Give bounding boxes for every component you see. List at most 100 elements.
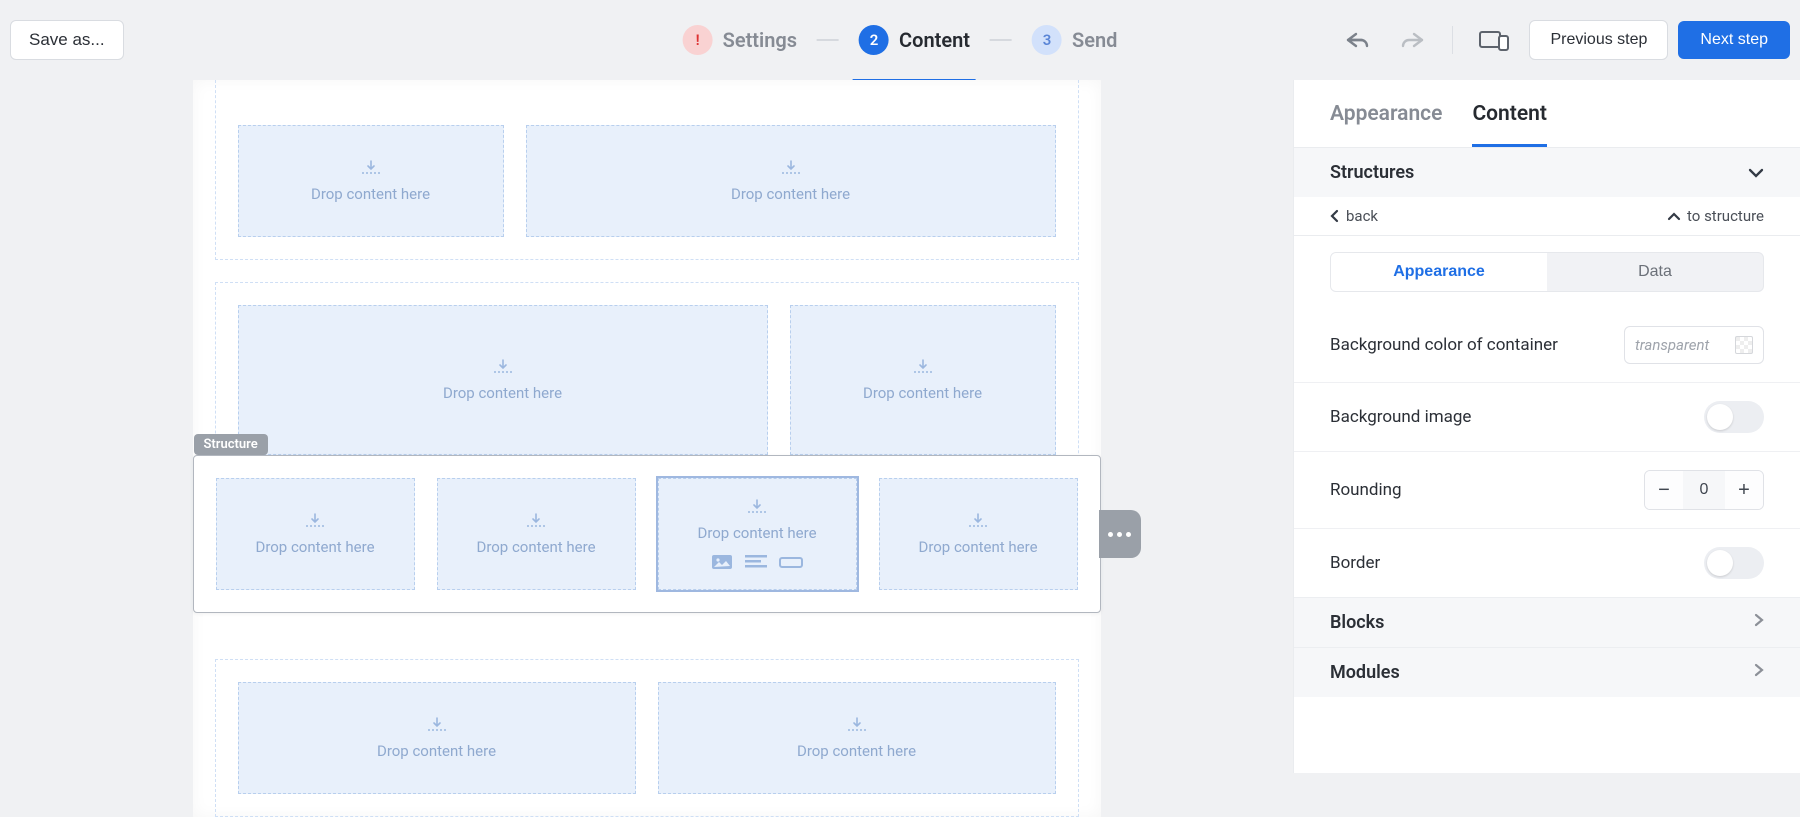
layout-row[interactable]: Drop content here Drop content here bbox=[215, 80, 1079, 260]
rounding-decrement[interactable]: − bbox=[1645, 471, 1683, 509]
drop-icon bbox=[426, 716, 448, 734]
breadcrumb-to-structure[interactable]: to structure bbox=[1667, 207, 1764, 225]
drop-icon bbox=[967, 512, 989, 530]
drop-label: Drop content here bbox=[443, 384, 562, 402]
section-blocks[interactable]: Blocks bbox=[1294, 597, 1800, 647]
previous-step-button[interactable]: Previous step bbox=[1529, 20, 1668, 60]
prop-label: Border bbox=[1330, 553, 1380, 573]
prop-label: Background image bbox=[1330, 407, 1471, 427]
drop-icon bbox=[492, 358, 514, 376]
segmented-appearance[interactable]: Appearance bbox=[1331, 253, 1547, 291]
rounding-increment[interactable]: + bbox=[1725, 471, 1763, 509]
drop-zone[interactable]: Drop content here bbox=[238, 682, 636, 794]
step-content[interactable]: 2 Content bbox=[853, 2, 976, 82]
segmented-data[interactable]: Data bbox=[1547, 253, 1763, 291]
prop-label: Rounding bbox=[1330, 480, 1402, 500]
structure-tag: Structure bbox=[194, 434, 268, 455]
step-settings[interactable]: ! Settings bbox=[677, 0, 803, 80]
chevron-right-icon bbox=[1754, 662, 1764, 683]
prop-background-image: Background image bbox=[1294, 382, 1800, 451]
drop-zone[interactable]: Drop content here bbox=[437, 478, 636, 590]
warning-icon: ! bbox=[683, 25, 713, 55]
step-number: 3 bbox=[1032, 25, 1062, 55]
drop-zone[interactable]: Drop content here bbox=[658, 682, 1056, 794]
editor-canvas-area: Drop content here Drop content here Drop… bbox=[0, 80, 1293, 773]
breadcrumb: back to structure bbox=[1294, 197, 1800, 236]
editor-canvas[interactable]: Drop content here Drop content here Drop… bbox=[193, 80, 1101, 817]
tab-content[interactable]: Content bbox=[1472, 80, 1546, 147]
drop-icon bbox=[304, 512, 326, 530]
divider bbox=[1452, 26, 1453, 54]
section-structures[interactable]: Structures bbox=[1294, 148, 1800, 197]
chevron-up-icon bbox=[1667, 211, 1681, 221]
prop-rounding: Rounding − + bbox=[1294, 451, 1800, 528]
drop-icon bbox=[846, 716, 868, 734]
top-toolbar: Save as... ! Settings 2 Content 3 Send P… bbox=[0, 0, 1800, 80]
drop-zone[interactable]: Drop content here bbox=[526, 125, 1056, 237]
color-swatch-icon bbox=[1735, 336, 1753, 354]
chevron-right-icon bbox=[1754, 612, 1764, 633]
button-block-icon[interactable] bbox=[779, 554, 803, 570]
drop-icon bbox=[780, 159, 802, 177]
drop-zone[interactable]: Drop content here bbox=[238, 305, 768, 455]
next-step-button[interactable]: Next step bbox=[1678, 21, 1790, 59]
rounding-value[interactable] bbox=[1683, 471, 1725, 509]
tab-appearance[interactable]: Appearance bbox=[1330, 80, 1442, 147]
device-icon bbox=[1479, 29, 1509, 51]
save-as-button[interactable]: Save as... bbox=[10, 20, 124, 60]
redo-icon bbox=[1400, 30, 1426, 50]
step-label: Settings bbox=[723, 28, 797, 52]
step-send[interactable]: 3 Send bbox=[1026, 0, 1123, 80]
segmented-appearance-data: Appearance Data bbox=[1330, 252, 1764, 292]
layout-row[interactable]: Drop content here Drop content here bbox=[215, 659, 1079, 817]
undo-button[interactable] bbox=[1334, 24, 1380, 56]
text-block-icon[interactable] bbox=[745, 554, 767, 570]
device-preview-button[interactable] bbox=[1469, 23, 1519, 57]
drop-zone[interactable]: Drop content here bbox=[790, 305, 1056, 455]
drop-label: Drop content here bbox=[797, 742, 916, 760]
drop-label: Drop content here bbox=[377, 742, 496, 760]
prop-background-color: Background color of container transparen… bbox=[1294, 308, 1800, 382]
step-label: Content bbox=[899, 28, 970, 52]
drop-icon bbox=[360, 159, 382, 177]
drop-label: Drop content here bbox=[311, 185, 430, 203]
undo-icon bbox=[1344, 30, 1370, 50]
section-modules[interactable]: Modules bbox=[1294, 647, 1800, 697]
breadcrumb-back[interactable]: back bbox=[1330, 207, 1378, 225]
background-color-input[interactable]: transparent bbox=[1624, 326, 1764, 364]
rounding-stepper: − + bbox=[1644, 470, 1764, 510]
step-label: Send bbox=[1072, 28, 1117, 52]
drop-label: Drop content here bbox=[863, 384, 982, 402]
image-block-icon[interactable] bbox=[711, 554, 733, 570]
layout-row[interactable]: Drop content here Drop content here bbox=[215, 282, 1079, 478]
border-toggle[interactable] bbox=[1704, 547, 1764, 579]
drop-zone[interactable]: Drop content here bbox=[879, 478, 1078, 590]
section-label: Structures bbox=[1330, 162, 1414, 183]
drop-label: Drop content here bbox=[918, 538, 1037, 556]
drop-label: Drop content here bbox=[255, 538, 374, 556]
step-separator bbox=[817, 39, 839, 41]
background-image-toggle[interactable] bbox=[1704, 401, 1764, 433]
prop-label: Background color of container bbox=[1330, 335, 1558, 355]
drop-icon bbox=[912, 358, 934, 376]
drop-icon bbox=[746, 498, 768, 516]
chevron-down-icon bbox=[1748, 162, 1764, 183]
drop-label: Drop content here bbox=[731, 185, 850, 203]
drop-zone[interactable]: Drop content here bbox=[216, 478, 415, 590]
drop-label: Drop content here bbox=[697, 524, 816, 542]
section-label: Blocks bbox=[1330, 612, 1384, 633]
drop-zone[interactable]: Drop content here bbox=[238, 125, 504, 237]
chevron-left-icon bbox=[1330, 209, 1340, 223]
drop-icon bbox=[525, 512, 547, 530]
drop-label: Drop content here bbox=[476, 538, 595, 556]
drop-zone-selected[interactable]: Drop content here bbox=[658, 478, 857, 590]
step-separator bbox=[990, 39, 1012, 41]
selected-structure[interactable]: Structure Drop content here Drop content… bbox=[193, 455, 1101, 613]
structure-actions-button[interactable] bbox=[1099, 510, 1141, 558]
properties-panel: Appearance Content Structures back to st… bbox=[1293, 80, 1800, 773]
step-number: 2 bbox=[859, 25, 889, 55]
prop-border: Border bbox=[1294, 528, 1800, 597]
redo-button[interactable] bbox=[1390, 24, 1436, 56]
section-label: Modules bbox=[1330, 662, 1400, 683]
step-indicator: ! Settings 2 Content 3 Send bbox=[677, 0, 1124, 80]
